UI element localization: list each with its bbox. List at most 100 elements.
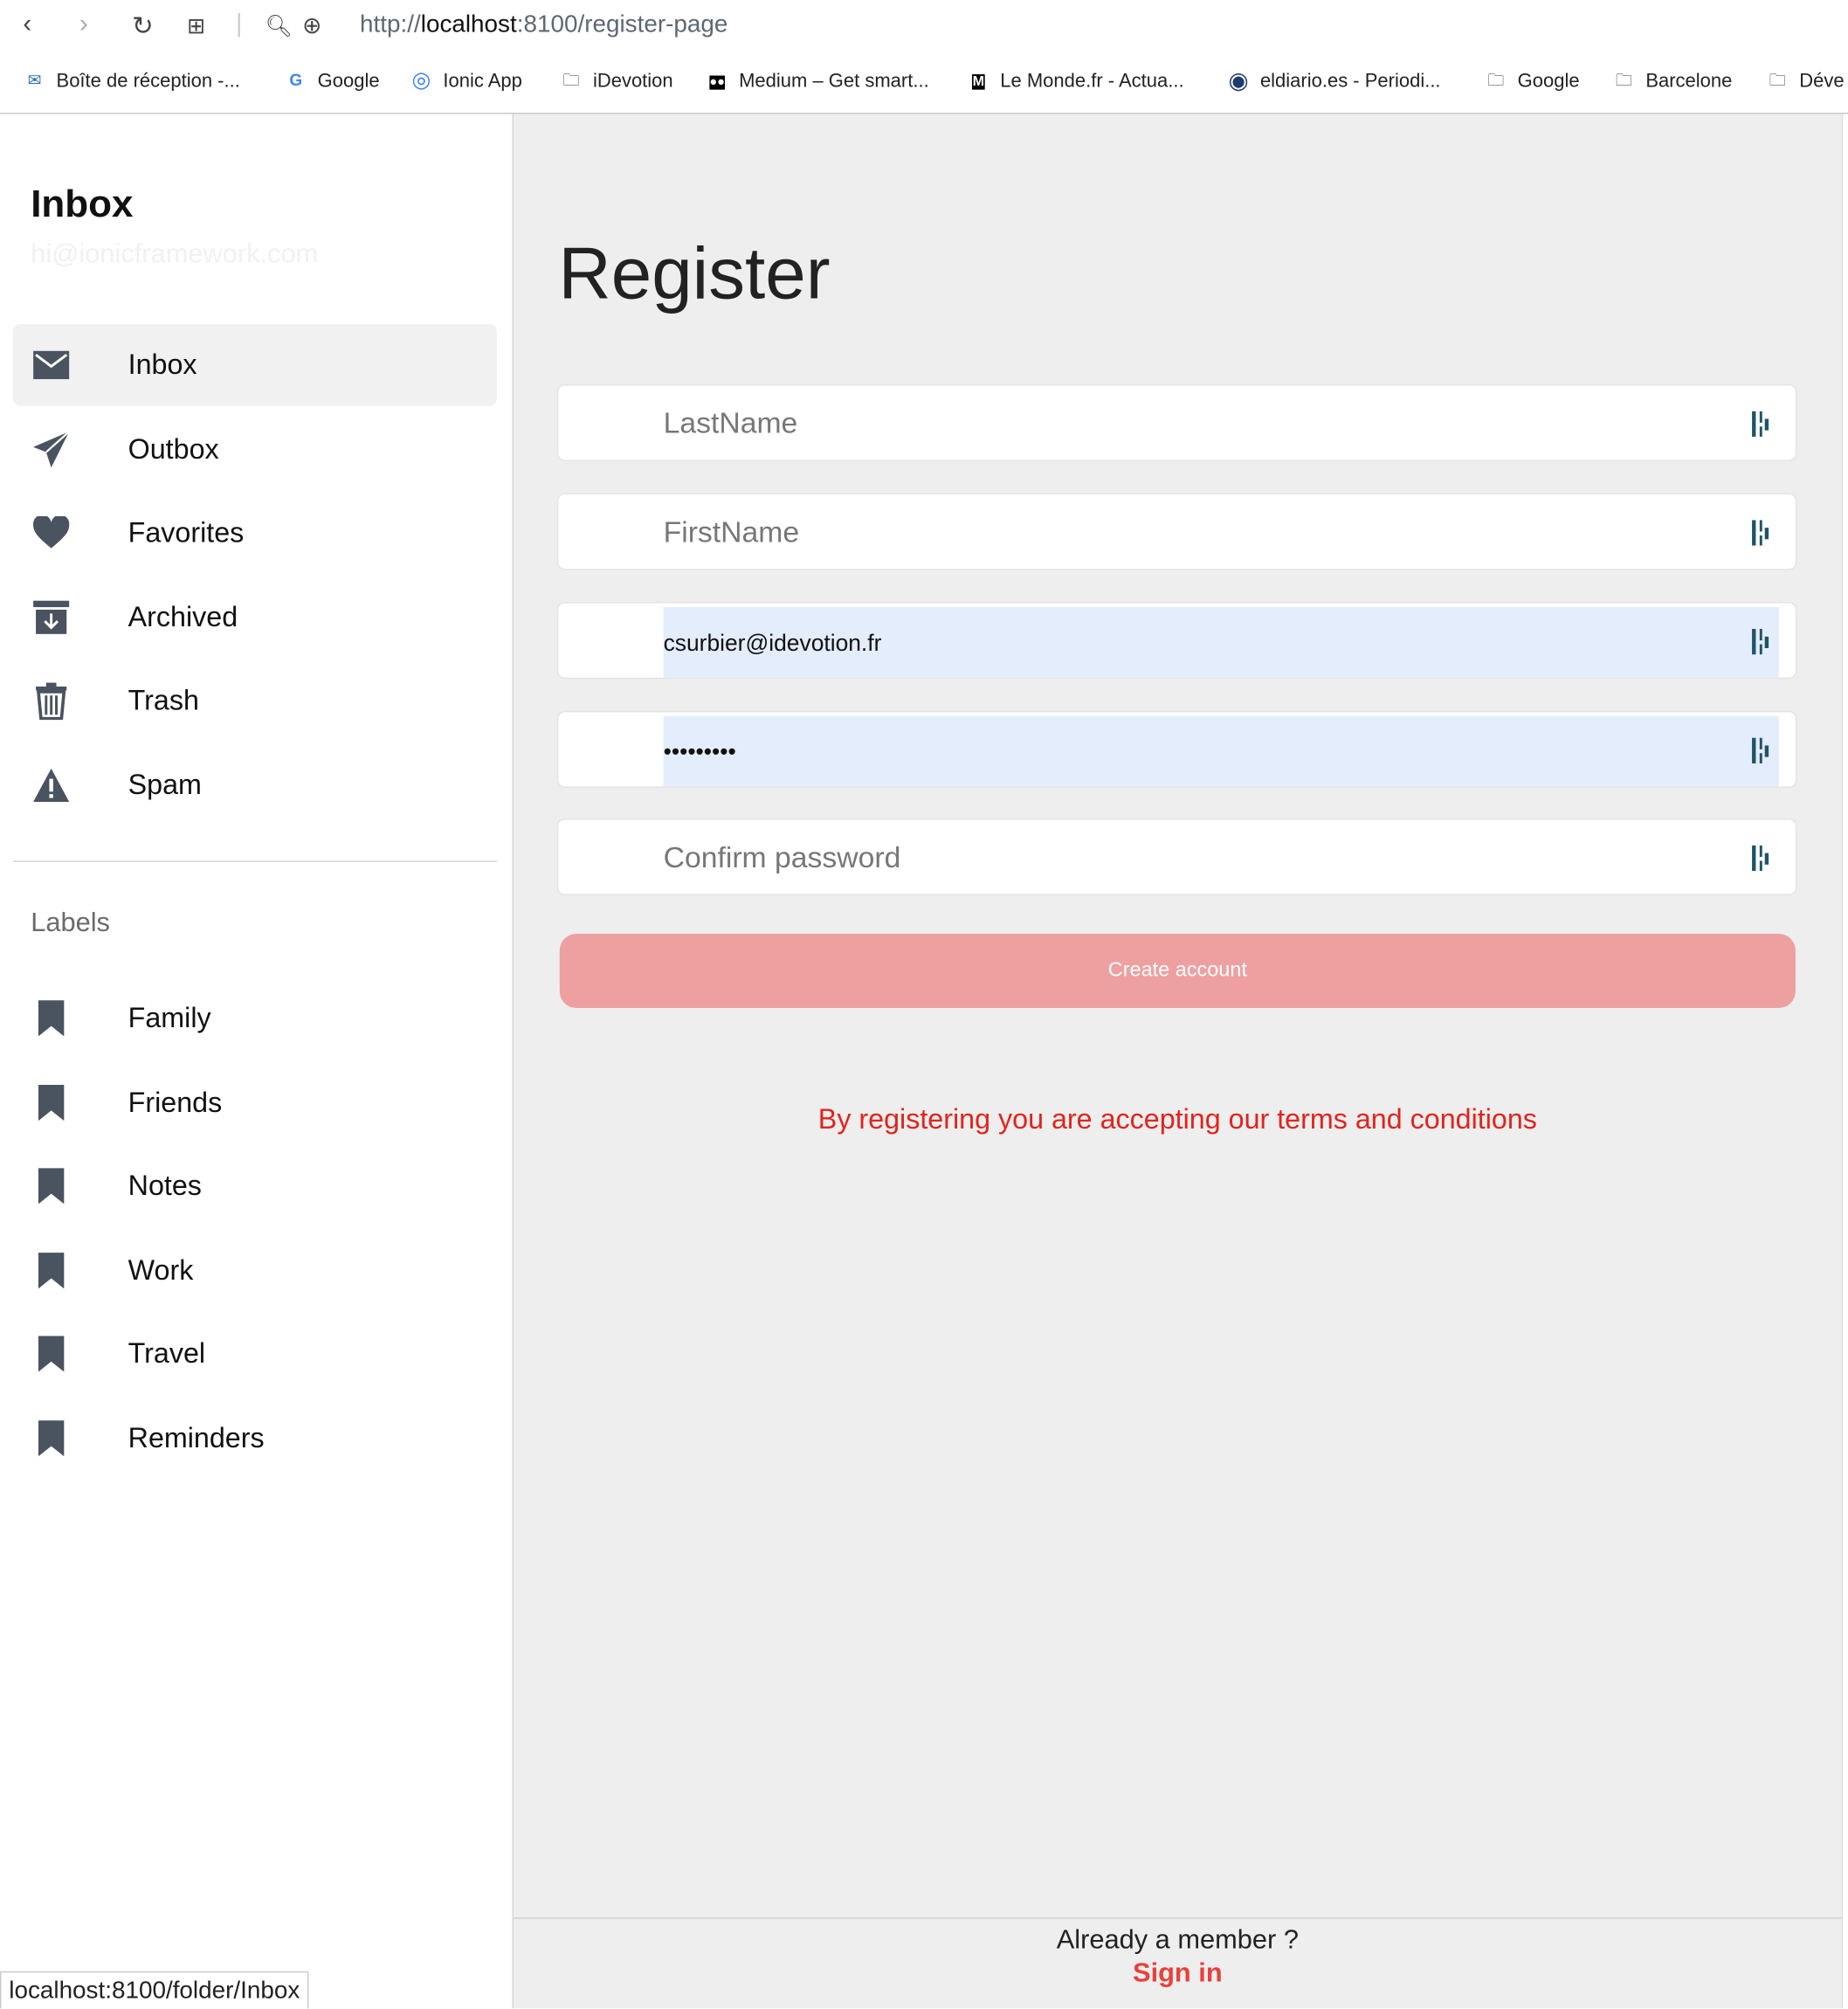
sidebar-item-outbox[interactable]: Outbox xyxy=(13,408,497,490)
sidebar-item-spam[interactable]: Spam xyxy=(13,743,497,825)
bookmark-icon xyxy=(13,999,90,1038)
bookmark-icon xyxy=(13,1335,90,1373)
bookmark-item[interactable]: 🗀︎ Barcelone xyxy=(1612,69,1733,92)
bookmark-label: Ionic App xyxy=(443,69,522,92)
page-title: Register xyxy=(558,232,831,315)
url-host: localhost xyxy=(420,11,517,38)
lemonde-icon: M xyxy=(972,74,985,90)
status-bar-url: localhost:8100/folder/Inbox xyxy=(0,1971,309,2009)
firstname-placeholder: FirstName xyxy=(663,514,800,549)
browser-toolbar: ‹ › ↻ ⊞ | 🔍︎ ⊕ http://localhost:8100/reg… xyxy=(0,0,1848,114)
bookmark-item[interactable]: M Le Monde.fr - Actua... xyxy=(967,69,1184,92)
bookmark-label: Google xyxy=(317,69,380,92)
google-icon: G xyxy=(289,70,303,90)
already-member-text: Already a member ? xyxy=(1056,1924,1299,1955)
eldiario-icon: ◉ xyxy=(1228,67,1249,94)
lastname-field[interactable]: LastName xyxy=(556,383,1797,461)
bookmark-label: iDevotion xyxy=(592,69,673,92)
bookmark-label: Déve xyxy=(1799,69,1845,92)
trash-icon xyxy=(13,681,90,721)
medium-icon: ●● xyxy=(709,75,726,90)
terms-link[interactable]: By registering you are accepting our ter… xyxy=(514,1103,1842,1136)
folder-icon: 🗀︎ xyxy=(1487,70,1505,90)
sidebar-item-inbox[interactable]: Inbox xyxy=(12,323,497,406)
back-icon[interactable]: ‹ xyxy=(23,10,31,40)
item-label: Travel xyxy=(128,1336,206,1370)
label-item-reminders[interactable]: Reminders xyxy=(13,1397,497,1479)
bookmark-icon xyxy=(13,1251,90,1289)
email-field[interactable]: csurbier@idevotion.fr xyxy=(556,602,1797,680)
folder-icon: 🗀︎ xyxy=(1769,70,1786,90)
firstname-field[interactable]: FirstName xyxy=(556,493,1797,570)
url-prefix: http:// xyxy=(360,11,421,38)
password-input[interactable]: ••••••••• xyxy=(663,715,1779,787)
password-field[interactable]: ••••••••• xyxy=(556,710,1797,788)
password-manager-icon[interactable] xyxy=(1752,520,1770,546)
password-manager-icon[interactable] xyxy=(1752,737,1770,763)
bookmark-item[interactable]: 🗀︎ iDevotion xyxy=(560,69,673,92)
item-label: Spam xyxy=(128,768,202,800)
register-content: Register LastName FirstName csurbier@ide… xyxy=(514,114,1848,2009)
footer: Already a member ? Sign in xyxy=(514,1917,1842,2008)
divider xyxy=(12,860,497,862)
reload-icon[interactable]: ↻ xyxy=(132,10,154,43)
bookmark-icon xyxy=(13,1083,90,1122)
create-account-button[interactable]: Create account xyxy=(559,934,1796,1009)
mail-icon xyxy=(13,349,90,380)
bookmark-icon xyxy=(13,1419,90,1457)
item-label: Favorites xyxy=(128,515,245,549)
item-label: Family xyxy=(128,1001,211,1034)
confirm-password-field[interactable]: Confirm password xyxy=(556,818,1797,896)
password-manager-icon[interactable] xyxy=(1752,845,1770,872)
forward-icon[interactable]: › xyxy=(79,10,88,40)
item-label: Trash xyxy=(128,684,199,716)
bookmark-item[interactable]: ●● Medium – Get smart... xyxy=(706,69,929,92)
bookmark-label: Medium – Get smart... xyxy=(739,69,929,92)
sidebar-menu: Inbox hi@ionicframework.com Inbox Outbox F… xyxy=(0,114,514,2009)
bookmark-item[interactable]: ✉ Boîte de réception -... xyxy=(23,69,240,92)
separator: | xyxy=(235,10,243,38)
lastname-placeholder: LastName xyxy=(663,405,798,439)
ionic-icon: ◎ xyxy=(411,67,431,93)
folder-icon: 🗀︎ xyxy=(562,70,580,90)
bookmark-item[interactable]: ◉ eldiario.es - Periodi... xyxy=(1227,67,1441,94)
item-label: Friends xyxy=(128,1085,223,1118)
address-bar[interactable]: http://localhost:8100/register-page xyxy=(360,11,727,39)
label-item-travel[interactable]: Travel xyxy=(13,1313,497,1395)
sidebar-item-favorites[interactable]: Favorites xyxy=(13,492,497,574)
bookmark-item[interactable]: 🗀︎ Google xyxy=(1485,69,1579,92)
archive-icon xyxy=(13,599,90,635)
sidebar-item-trash[interactable]: Trash xyxy=(13,659,497,742)
bookmark-item[interactable]: G Google xyxy=(285,69,380,92)
email-input[interactable]: csurbier@idevotion.fr xyxy=(663,607,1779,678)
bookmark-label: Boîte de réception -... xyxy=(56,69,240,92)
labels-heading: Labels xyxy=(31,908,110,938)
item-label: Notes xyxy=(128,1169,202,1202)
tabs-grid-icon[interactable]: ⊞ xyxy=(187,14,205,39)
label-item-family[interactable]: Family xyxy=(13,977,497,1060)
scrollbar[interactable] xyxy=(1841,114,1848,2009)
bookmark-label: Le Monde.fr - Actua... xyxy=(1000,69,1184,92)
bookmark-item[interactable]: 🗀︎ Déve xyxy=(1766,69,1845,92)
bookmark-item[interactable]: ◎ Ionic App xyxy=(410,67,522,93)
confirm-password-placeholder: Confirm password xyxy=(663,839,901,874)
sign-in-link[interactable]: Sign in xyxy=(514,1958,1842,1989)
label-item-work[interactable]: Work xyxy=(13,1229,497,1311)
key-icon[interactable]: 🔍︎ xyxy=(265,14,293,39)
label-item-notes[interactable]: Notes xyxy=(13,1145,497,1227)
sidebar-item-archived[interactable]: Archived xyxy=(13,576,497,658)
email-value: csurbier@idevotion.fr xyxy=(663,630,882,656)
label-item-friends[interactable]: Friends xyxy=(13,1061,497,1143)
menu-email: hi@ionicframework.com xyxy=(31,239,319,269)
item-label: Work xyxy=(128,1253,194,1286)
item-label: Inbox xyxy=(128,348,197,381)
item-label: Archived xyxy=(128,600,238,632)
url-path: :8100/register-page xyxy=(516,11,728,38)
warning-icon xyxy=(13,767,90,803)
globe-icon[interactable]: ⊕ xyxy=(302,13,321,40)
password-manager-icon[interactable] xyxy=(1752,629,1770,655)
password-manager-icon[interactable] xyxy=(1752,411,1770,438)
password-value: ••••••••• xyxy=(663,739,736,765)
bookmark-label: eldiario.es - Periodi... xyxy=(1259,69,1441,92)
bookmark-icon xyxy=(13,1167,90,1205)
